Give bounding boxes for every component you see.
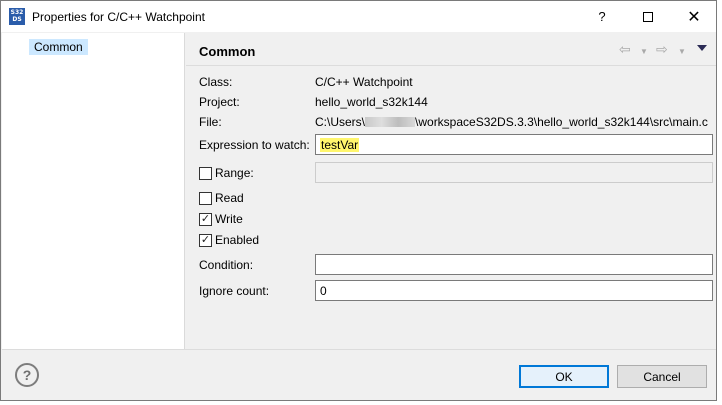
file-path-suffix: \workspaceS32DS.3.3\hello_world_s32k144\… (415, 115, 708, 129)
file-label: File: (199, 115, 222, 129)
maximize-button[interactable] (625, 1, 671, 32)
page-header: Common ⇦ ▼ ⇨ ▼ (186, 33, 716, 66)
question-icon: ? (598, 9, 606, 24)
ignore-count-input[interactable]: 0 (315, 280, 713, 301)
write-checkbox[interactable]: ✓ (199, 213, 212, 226)
nav-item-common[interactable]: Common (29, 39, 88, 55)
ignore-count-value: 0 (320, 284, 327, 298)
maximize-icon (643, 11, 653, 22)
enabled-label: Enabled (215, 233, 260, 247)
project-value: hello_world_s32k144 (315, 95, 428, 109)
back-arrow-icon[interactable]: ⇦ (619, 41, 631, 57)
class-label: Class: (199, 75, 233, 89)
s32ds-app-icon: S32 DS (9, 8, 25, 25)
window-title: Properties for C/C++ Watchpoint (32, 10, 205, 24)
expression-input[interactable]: testVar (315, 134, 713, 155)
expression-value: testVar (320, 138, 360, 152)
close-button[interactable]: ✕ (671, 1, 716, 32)
read-label: Read (215, 191, 244, 205)
read-checkbox[interactable] (199, 192, 212, 205)
project-label: Project: (199, 95, 240, 109)
file-value: C:\Users\ \workspaceS32DS.3.3\hello_world… (315, 115, 708, 129)
redacted-username (365, 116, 416, 127)
cancel-button[interactable]: Cancel (617, 365, 707, 388)
expression-label: Expression to watch: (199, 138, 310, 152)
properties-page: Common ⇦ ▼ ⇨ ▼ Class: C/C++ Watchpoint P… (186, 33, 716, 349)
back-dropdown-icon[interactable]: ▼ (640, 44, 648, 60)
ok-button[interactable]: OK (519, 365, 609, 388)
title-bar: S32 DS Properties for C/C++ Watchpoint ? … (1, 1, 716, 32)
enabled-checkbox[interactable]: ✓ (199, 234, 212, 247)
class-value: C/C++ Watchpoint (315, 75, 413, 89)
footer-divider (2, 349, 716, 350)
write-label: Write (215, 212, 243, 226)
close-icon: ✕ (687, 8, 701, 26)
range-checkbox[interactable] (199, 167, 212, 180)
range-input[interactable] (315, 162, 713, 183)
condition-label: Condition: (199, 258, 254, 272)
help-icon[interactable]: ? (15, 363, 39, 387)
title-help-button[interactable]: ? (579, 1, 625, 32)
range-label: Range: (215, 166, 254, 180)
file-path-prefix: C:\Users\ (315, 115, 366, 129)
view-menu-icon[interactable] (697, 45, 707, 51)
navigation-tree: Common (2, 33, 185, 349)
page-title: Common (199, 44, 256, 59)
forward-dropdown-icon[interactable]: ▼ (678, 44, 686, 60)
condition-input[interactable] (315, 254, 713, 275)
forward-arrow-icon[interactable]: ⇨ (656, 41, 668, 57)
properties-dialog: S32 DS Properties for C/C++ Watchpoint ? … (0, 0, 717, 401)
ignore-count-label: Ignore count: (199, 284, 270, 298)
